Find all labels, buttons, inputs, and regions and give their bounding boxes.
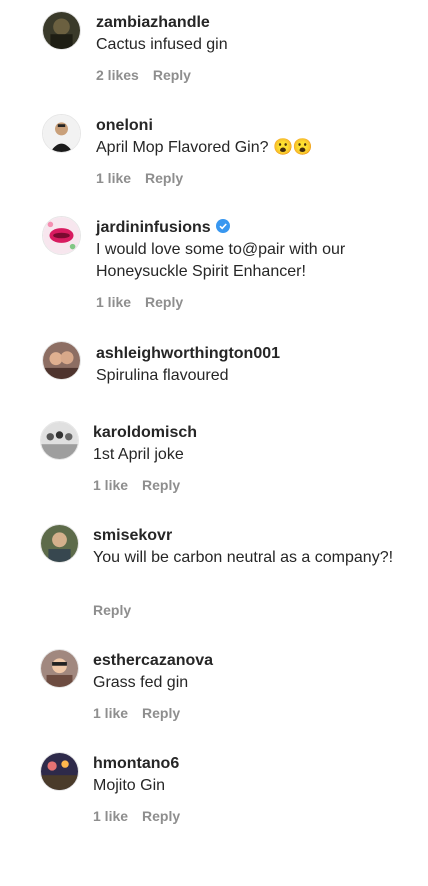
comment-username[interactable]: karoldomisch	[93, 423, 197, 443]
reply-button[interactable]: Reply	[142, 705, 180, 721]
likes-count[interactable]: 1 like	[93, 705, 128, 721]
avatar[interactable]	[40, 752, 79, 791]
comment-username[interactable]: oneloni	[96, 116, 153, 136]
comment-username[interactable]: hmontano6	[93, 754, 179, 774]
comment-text: Spirulina flavoured	[96, 367, 229, 384]
reply-button[interactable]: Reply	[153, 67, 191, 83]
verified-badge-icon	[215, 219, 230, 233]
comment-username[interactable]: zambiazhandle	[96, 13, 210, 33]
comment-meta: 1 like Reply	[96, 169, 197, 187]
comment-meta: 1 like Reply	[93, 704, 194, 722]
reply-button[interactable]: Reply	[142, 477, 180, 493]
comment-meta: 1 like Reply	[93, 476, 194, 494]
avatar[interactable]	[40, 524, 79, 563]
comment-text: Grass fed gin	[93, 674, 189, 691]
comment-username[interactable]: ashleighworthington001	[96, 344, 280, 364]
comment-username[interactable]: esthercazanova	[93, 651, 213, 671]
comment-username[interactable]: jardininfusions	[96, 218, 230, 238]
avatar[interactable]	[42, 114, 81, 153]
comment-text: Cactus infused gin	[96, 36, 228, 53]
avatar[interactable]	[42, 11, 81, 50]
avatar[interactable]	[42, 216, 81, 255]
reply-button[interactable]: Reply	[145, 170, 183, 186]
reply-button[interactable]: Reply	[93, 602, 131, 618]
comment-text: I would love some to@pair with our Honey…	[96, 241, 346, 280]
comment-text: Mojito Gin	[93, 777, 166, 794]
likes-count[interactable]: 1 like	[96, 294, 131, 310]
comment-meta: 1 like Reply	[93, 807, 194, 825]
avatar[interactable]	[40, 421, 79, 460]
comment-meta: 1 like Reply	[96, 293, 197, 311]
username-text[interactable]: jardininfusions	[96, 219, 211, 236]
comment-text: 1st April joke	[93, 446, 184, 463]
comment-username[interactable]: smisekovr	[93, 526, 172, 546]
avatar[interactable]	[42, 341, 81, 380]
likes-count[interactable]: 1 like	[93, 477, 128, 493]
comment-text: You will be carbon neutral as a company?…	[93, 549, 394, 566]
reply-button[interactable]: Reply	[145, 294, 183, 310]
likes-count[interactable]: 1 like	[93, 808, 128, 824]
reply-button[interactable]: Reply	[142, 808, 180, 824]
likes-count[interactable]: 1 like	[96, 170, 131, 186]
comment-meta: 2 likes Reply	[96, 66, 205, 84]
comment-text: April Mop Flavored Gin? 😮😮	[96, 139, 313, 156]
comment-meta: Reply	[93, 601, 145, 619]
avatar[interactable]	[40, 649, 79, 688]
likes-count[interactable]: 2 likes	[96, 67, 139, 83]
